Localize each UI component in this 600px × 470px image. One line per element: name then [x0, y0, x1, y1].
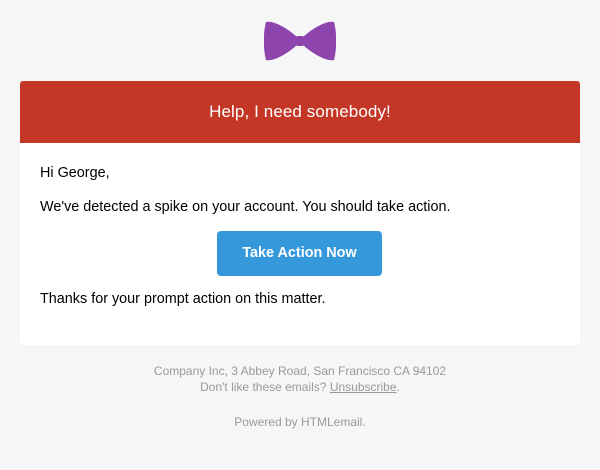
- take-action-button[interactable]: Take Action Now: [217, 231, 382, 276]
- powered-by: Powered by HTMLemail.: [0, 414, 600, 430]
- company-address: Company Inc, 3 Abbey Road, San Francisco…: [153, 364, 447, 378]
- unsubscribe-line: Don't like these emails? Unsubscribe.: [0, 379, 600, 395]
- alert-title: Help, I need somebody!: [209, 102, 391, 121]
- unsubscribe-prefix: Don't like these emails?: [200, 380, 330, 394]
- email-page: Help, I need somebody! Hi George, We've …: [0, 0, 600, 470]
- email-card: Help, I need somebody! Hi George, We've …: [20, 81, 580, 345]
- greeting-text: Hi George,: [40, 165, 110, 181]
- bowtie-icon: [263, 20, 337, 62]
- message-text: We've detected a spike on your account. …: [40, 199, 451, 215]
- powered-by-link[interactable]: Powered by HTMLemail.: [234, 415, 365, 429]
- unsubscribe-link[interactable]: Unsubscribe: [330, 380, 397, 394]
- closing-text: Thanks for your prompt action on this ma…: [40, 291, 326, 307]
- unsubscribe-suffix: .: [396, 380, 400, 394]
- email-footer: Company Inc, 3 Abbey Road, San Francisco…: [0, 363, 600, 430]
- alert-banner: Help, I need somebody!: [20, 81, 580, 143]
